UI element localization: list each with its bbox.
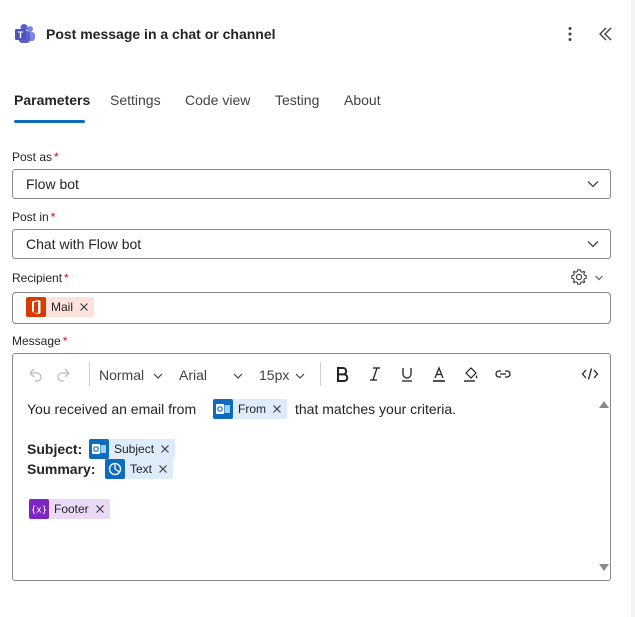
- chevron-down-icon: [587, 181, 599, 188]
- chevron-down-icon: [587, 241, 599, 248]
- post-in-value: Chat with Flow bot: [26, 236, 142, 252]
- highlight-icon[interactable]: [462, 365, 480, 383]
- teams-icon: T: [15, 24, 35, 43]
- chevron-down-icon: [595, 275, 603, 281]
- close-icon[interactable]: [160, 444, 170, 454]
- tab-parameters[interactable]: Parameters: [14, 92, 90, 108]
- undo-icon[interactable]: [25, 365, 43, 383]
- font-select[interactable]: Arial: [179, 367, 207, 383]
- message-editor[interactable]: Normal Arial 15px You received an email …: [12, 353, 611, 581]
- tab-testing[interactable]: Testing: [275, 92, 319, 108]
- message-text: Subject: [27, 441, 78, 457]
- svg-text:T: T: [18, 30, 24, 40]
- message-text: that matches your criteria.: [295, 401, 457, 417]
- toolbar-divider: [320, 362, 321, 386]
- more-vertical-icon[interactable]: [560, 24, 580, 44]
- required-marker: *: [50, 210, 56, 224]
- italic-icon[interactable]: [366, 365, 384, 383]
- message-text: Summary: [27, 461, 91, 477]
- double-chevron-left-icon[interactable]: [596, 24, 616, 44]
- outlook-icon: [89, 439, 109, 459]
- font-color-icon[interactable]: [430, 365, 448, 383]
- close-icon[interactable]: [158, 464, 168, 474]
- page-title: Post message in a chat or channel: [46, 26, 276, 42]
- recipient-token-mail[interactable]: Mail: [26, 297, 95, 317]
- bold-icon[interactable]: [333, 365, 351, 383]
- svg-text:{x}: {x}: [31, 506, 47, 516]
- tab-code-view[interactable]: Code view: [185, 92, 250, 108]
- subject-label: Subject:: [27, 441, 82, 457]
- close-icon[interactable]: [79, 302, 89, 312]
- gear-icon[interactable]: [570, 268, 588, 286]
- message-line-1: You received an email from: [27, 401, 196, 417]
- message-colon: :: [90, 461, 96, 477]
- font-size-select[interactable]: 15px: [259, 367, 289, 383]
- dynamic-token-footer[interactable]: {x} Footer: [29, 499, 110, 519]
- redo-icon[interactable]: [56, 365, 74, 383]
- panel-edge: [631, 0, 635, 617]
- dynamic-token-subject[interactable]: Subject: [89, 439, 176, 459]
- recipient-input[interactable]: Mail: [12, 292, 611, 324]
- post-as-dropdown[interactable]: Flow bot: [12, 169, 611, 199]
- token-label: Footer: [54, 502, 89, 516]
- token-label: Subject: [114, 442, 155, 456]
- message-label-text: Message: [12, 334, 61, 348]
- token-label: Mail: [51, 300, 74, 314]
- format-select[interactable]: Normal: [99, 367, 144, 383]
- token-label: From: [238, 402, 266, 416]
- active-tab-indicator: [14, 120, 85, 123]
- editor-toolbar: Normal Arial 15px: [13, 354, 610, 394]
- required-marker: *: [64, 271, 69, 285]
- variable-icon: {x}: [29, 499, 49, 519]
- code-view-icon[interactable]: [581, 365, 599, 383]
- message-colon: :: [77, 441, 83, 457]
- link-icon[interactable]: [494, 365, 512, 383]
- office-icon: [26, 297, 46, 317]
- message-label: Message *: [12, 334, 67, 348]
- recipient-settings[interactable]: [570, 268, 606, 286]
- tab-settings[interactable]: Settings: [110, 92, 161, 108]
- scroll-down-arrow-icon[interactable]: [599, 564, 609, 571]
- post-in-dropdown[interactable]: Chat with Flow bot: [12, 229, 611, 259]
- close-icon[interactable]: [95, 504, 105, 514]
- toolbar-divider: [89, 362, 90, 386]
- scroll-up-arrow-icon[interactable]: [599, 401, 609, 408]
- panel-header: T Post message in a chat or channel: [14, 22, 614, 48]
- message-text: You received an email from: [27, 401, 197, 417]
- recipient-label-text: Recipient: [12, 271, 63, 285]
- chevron-down-icon: [233, 373, 243, 379]
- recipient-label: Recipient *: [12, 271, 69, 285]
- post-in-label: Post in *: [12, 210, 55, 224]
- chevron-down-icon: [153, 373, 163, 379]
- summary-label: Summary:: [27, 461, 95, 477]
- tab-about[interactable]: About: [344, 92, 381, 108]
- post-in-label-text: Post in: [12, 210, 49, 224]
- outlook-icon: [213, 399, 233, 419]
- token-label: Text: [130, 462, 153, 476]
- message-line-1-suffix: that matches your criteria.: [295, 401, 456, 417]
- post-as-label: Post as *: [12, 150, 59, 164]
- post-as-value: Flow bot: [26, 176, 79, 192]
- dynamic-token-text[interactable]: Text: [105, 459, 174, 479]
- dynamic-token-from[interactable]: From: [213, 399, 287, 419]
- required-marker: *: [62, 334, 68, 348]
- required-marker: *: [54, 150, 59, 164]
- post-as-label-text: Post as: [12, 150, 53, 164]
- ai-builder-icon: [105, 459, 125, 479]
- editor-scrollbar[interactable]: [596, 394, 610, 578]
- close-icon[interactable]: [272, 404, 282, 414]
- chevron-down-icon: [295, 373, 305, 379]
- underline-icon[interactable]: [398, 365, 416, 383]
